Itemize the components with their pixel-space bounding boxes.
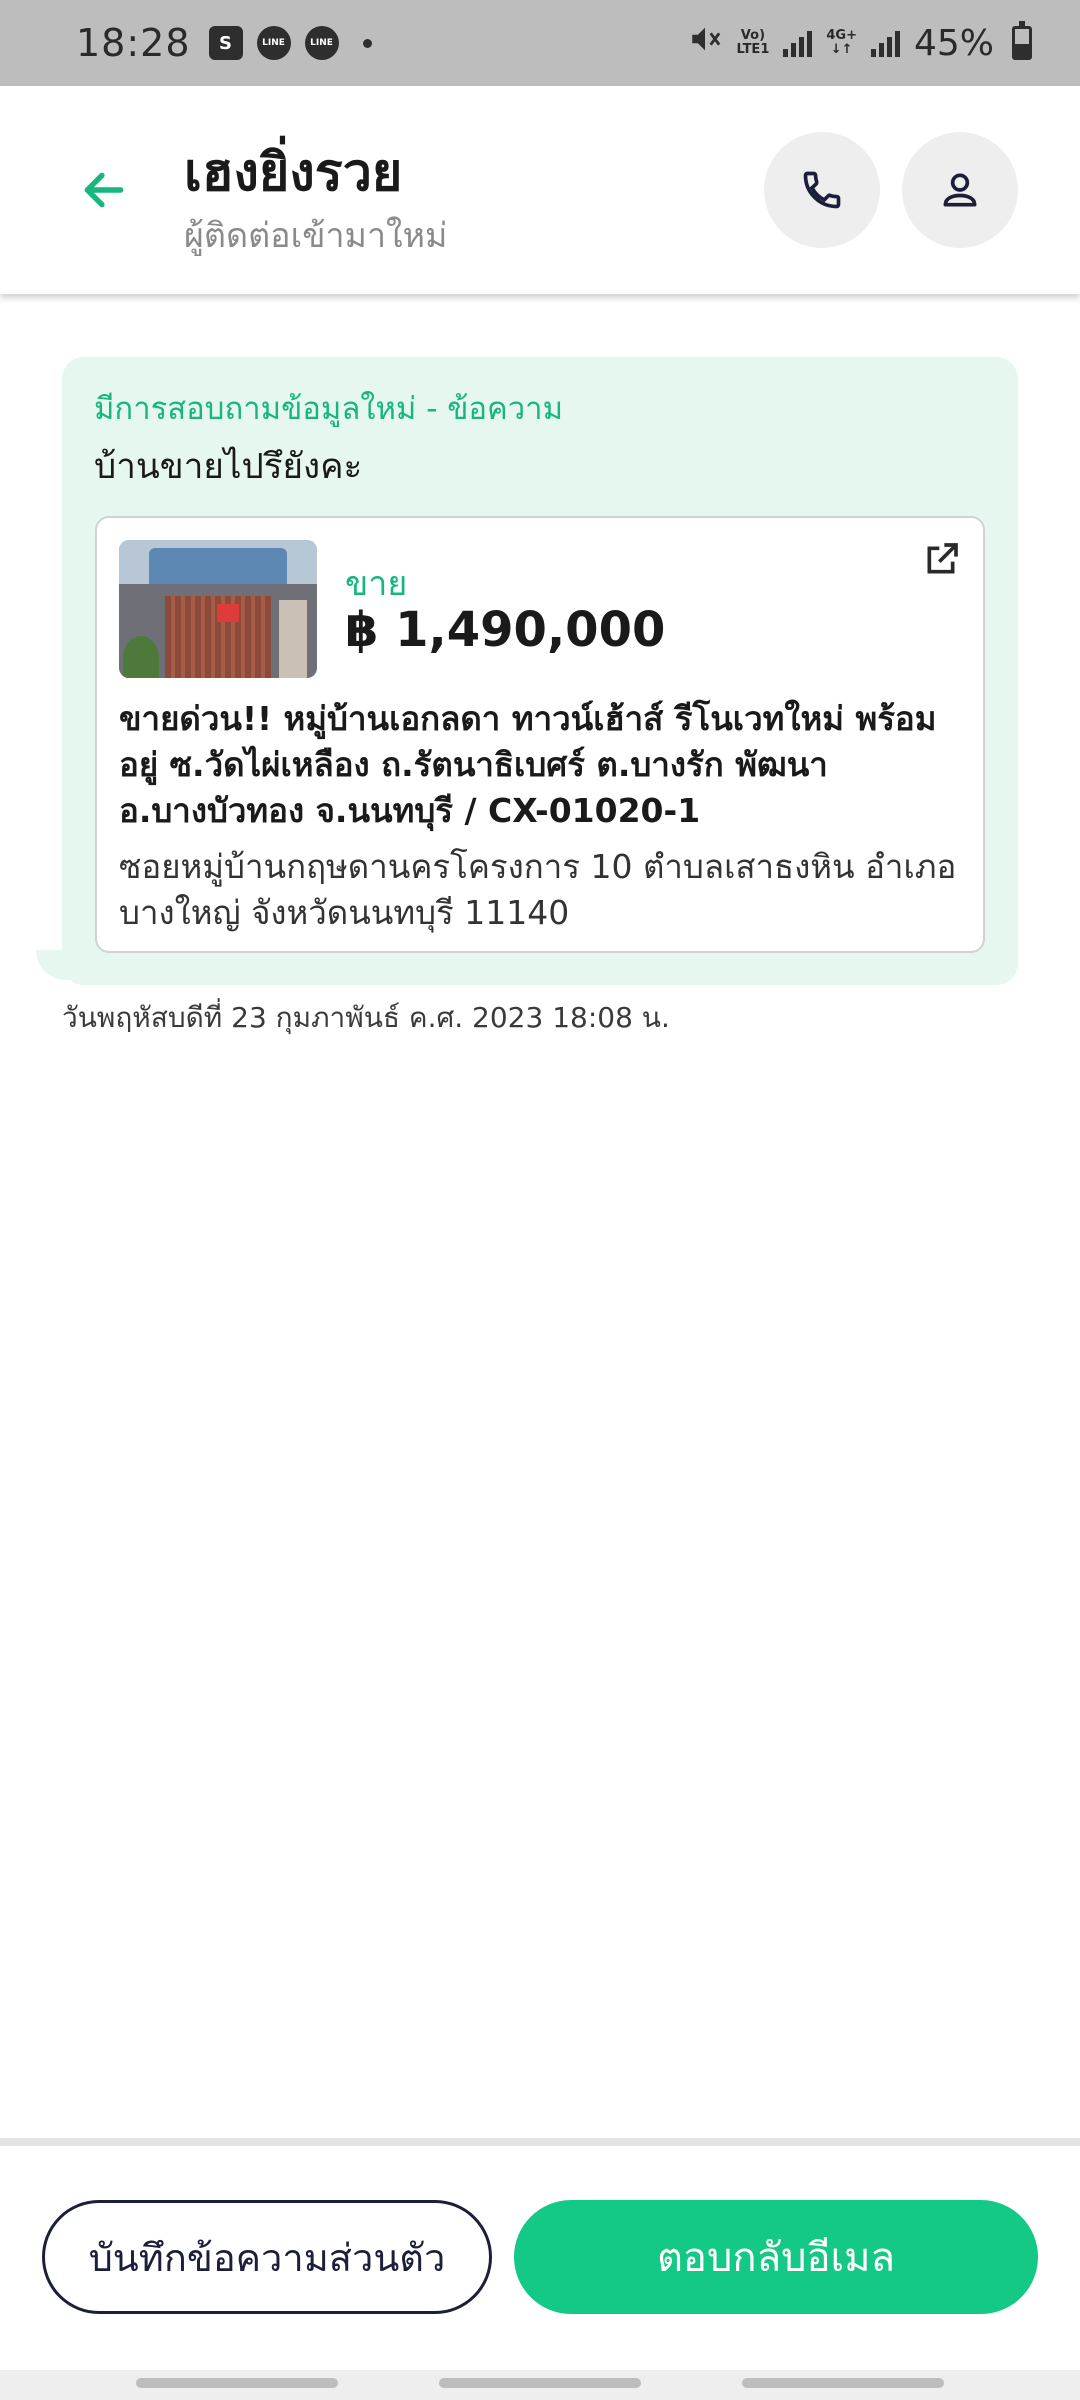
message-text: บ้านขายไปรึยังคะ: [94, 447, 363, 487]
volte-indicator: Vo) LTE1: [736, 28, 770, 57]
back-button[interactable]: [76, 162, 132, 218]
listing-title: ขายด่วน!! หมู่บ้านเอกลดา ทาวน์เฮ้าส์ รีโ…: [119, 699, 937, 830]
call-button[interactable]: [764, 132, 880, 248]
person-icon: [943, 173, 977, 207]
network-type-indicator: 4G+ ↓↑: [826, 28, 857, 57]
notification-icons: S LINE LINE: [208, 26, 372, 60]
message-heading: มีการสอบถามข้อมูลใหม่ - ข้อความ: [94, 391, 564, 427]
arrow-left-icon: [84, 172, 124, 208]
line-icon: LINE: [256, 26, 291, 60]
system-icons: Vo) LTE1 4G+ ↓↑ 45%: [688, 21, 1032, 64]
battery-percent: 45%: [913, 22, 994, 64]
listing-card[interactable]: ขาย ฿ 1,490,000 ขายด่วน!! หมู่บ้านเอกลดา…: [95, 516, 985, 953]
contact-status: ผู้ติดต่อเข้ามาใหม่: [184, 216, 448, 256]
contact-profile-button[interactable]: [902, 132, 1018, 248]
shopping-bag-icon: S: [208, 26, 243, 60]
action-bar: บันทึกข้อความส่วนตัว ตอบกลับอีเมล: [0, 2138, 1080, 2370]
nav-recents-button[interactable]: [136, 2378, 338, 2388]
nav-back-button[interactable]: [742, 2378, 944, 2388]
phone-icon: [803, 171, 841, 209]
conversation-header: เฮงยิ่งรวย ผู้ติดต่อเข้ามาใหม่: [0, 86, 1080, 294]
mute-icon: [688, 22, 722, 64]
line-icon: LINE: [304, 26, 339, 60]
open-external-button[interactable]: [917, 536, 965, 584]
listing-price: ฿ 1,490,000: [345, 602, 666, 658]
contact-name: เฮงยิ่งรวย: [184, 143, 403, 203]
reply-email-button[interactable]: ตอบกลับอีเมล: [514, 2200, 1038, 2314]
open-in-new-icon: [927, 543, 958, 574]
listing-address: ซอยหมู่บ้านกฤษดานครโครงการ 10 ตำบลเสาธงห…: [119, 847, 957, 932]
signal-icon: [783, 29, 813, 57]
more-notifications-dot-icon: [362, 38, 372, 48]
message-bubble: มีการสอบถามข้อมูลใหม่ - ข้อความ บ้านขายไ…: [62, 357, 1018, 985]
battery-icon: [1012, 21, 1032, 60]
nav-home-button[interactable]: [439, 2378, 641, 2388]
status-bar: 18:28 S LINE LINE Vo) LTE1 4G+ ↓↑ 45%: [0, 0, 1080, 86]
status-time: 18:28: [76, 21, 191, 65]
listing-photo: [119, 540, 317, 678]
message-timestamp: วันพฤหัสบดีที่ 23 กุมภาพันธ์ ค.ศ. 2023 1…: [62, 1001, 670, 1034]
system-nav-bar: [0, 2370, 1080, 2400]
private-note-button[interactable]: บันทึกข้อความส่วนตัว: [42, 2200, 492, 2314]
signal-icon: [870, 29, 900, 57]
